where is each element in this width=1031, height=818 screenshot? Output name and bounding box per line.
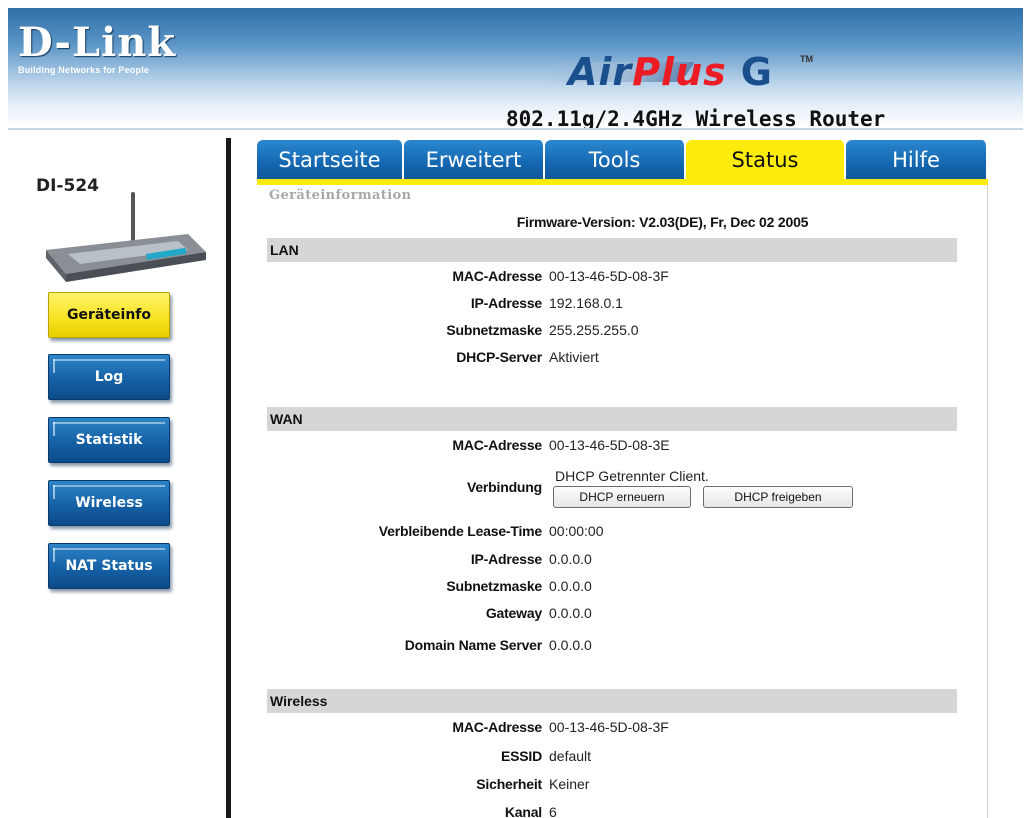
sidebar-item-label: NAT Status [65, 558, 153, 574]
info-value: 0.0.0.0 [549, 578, 592, 594]
info-label: Verbleibende Lease-Time [378, 523, 542, 539]
content-panel: Geräteinformation Firmware-Version: V2.0… [257, 185, 988, 818]
trademark-mark: TM [800, 54, 813, 64]
info-value: Aktiviert [549, 349, 599, 365]
brand-name: D-Link [18, 19, 177, 66]
section-header-wireless: Wireless [267, 689, 957, 713]
sidebar-item-label: Wireless [75, 495, 143, 511]
dlink-logo: D-Link Building Networks for People [18, 19, 177, 76]
sidebar-item-geraeteinfo[interactable]: Geräteinfo [48, 292, 170, 338]
info-label: Sicherheit [476, 776, 542, 792]
info-label: IP-Adresse [470, 551, 542, 567]
info-row: Subnetzmaske 255.255.255.0 [257, 322, 987, 344]
model-description: 802.11g/2.4GHz Wireless Router [506, 107, 886, 130]
info-label: MAC-Adresse [452, 268, 542, 284]
header-banner: D-Link Building Networks for People AirP… [8, 8, 1023, 130]
info-row: Subnetzmaske 0.0.0.0 [257, 578, 987, 600]
sidebar-item-label: Geräteinfo [67, 307, 151, 323]
tab-label: Hilfe [892, 148, 940, 172]
brand-tagline: Building Networks for People [18, 65, 150, 75]
tab-bar: Startseite Erweitert Tools Status Hilfe [257, 140, 988, 180]
product-name-g: G [740, 50, 773, 94]
sidebar-item-statistik[interactable]: Statistik [48, 417, 170, 463]
button-label: DHCP freigeben [734, 490, 822, 504]
info-label: MAC-Adresse [452, 719, 542, 735]
info-row: Sicherheit Keiner [257, 776, 987, 798]
info-row: Kanal 6 [257, 804, 987, 818]
sidebar-item-label: Log [94, 369, 124, 385]
info-label: MAC-Adresse [452, 437, 542, 453]
info-row: IP-Adresse 192.168.0.1 [257, 295, 987, 317]
tab-label: Startseite [278, 148, 381, 172]
info-label: Kanal [504, 804, 542, 818]
tab-erweitert[interactable]: Erweitert [404, 140, 545, 180]
section-header-wan: WAN [267, 407, 957, 431]
tab-label: Erweitert [425, 148, 522, 172]
tab-tools[interactable]: Tools [545, 140, 686, 180]
info-row: MAC-Adresse 00-13-46-5D-08-3F [257, 268, 987, 290]
info-value: 00-13-46-5D-08-3E [549, 437, 670, 453]
info-label: Domain Name Server [404, 637, 542, 653]
info-label: DHCP-Server [456, 349, 542, 365]
sidebar-item-label: Statistik [75, 432, 143, 448]
info-value: 6 [549, 804, 557, 818]
info-value: Keiner [549, 776, 590, 792]
tab-label: Tools [588, 148, 641, 172]
info-row: Gateway 0.0.0.0 [257, 605, 987, 627]
info-label: IP-Adresse [470, 295, 542, 311]
dhcp-release-button[interactable]: DHCP freigeben [703, 486, 853, 508]
tab-status[interactable]: Status [686, 140, 846, 180]
product-name-air: Air [568, 50, 633, 94]
info-row: MAC-Adresse 00-13-46-5D-08-3E [257, 437, 987, 459]
section-header-lan: LAN [267, 238, 957, 262]
product-name-plus: Plus [632, 50, 727, 94]
info-label: Verbindung [466, 479, 542, 495]
tab-hilfe[interactable]: Hilfe [846, 140, 988, 180]
tab-label: Status [731, 148, 799, 172]
router-icon [46, 192, 206, 282]
info-value: 255.255.255.0 [549, 322, 639, 338]
firmware-version: Firmware-Version: V2.03(DE), Fr, Dec 02 … [516, 214, 809, 230]
page-title: Geräteinformation [269, 188, 412, 203]
info-row: IP-Adresse 0.0.0.0 [257, 551, 987, 573]
sidebar-item-wireless[interactable]: Wireless [48, 480, 170, 526]
info-label: Subnetzmaske [446, 578, 542, 594]
info-row: ESSID default [257, 748, 987, 770]
info-label: ESSID [500, 748, 542, 764]
button-label: DHCP erneuern [579, 490, 665, 504]
info-row: Domain Name Server 0.0.0.0 [257, 637, 987, 659]
info-label: Subnetzmaske [446, 322, 542, 338]
info-value: 0.0.0.0 [549, 637, 592, 653]
info-label: Gateway [485, 605, 542, 621]
sidebar-item-nat-status[interactable]: NAT Status [48, 543, 170, 589]
info-value: default [549, 748, 592, 764]
dhcp-renew-button[interactable]: DHCP erneuern [553, 486, 691, 508]
info-row: Verbleibende Lease-Time 00:00:00 [257, 523, 987, 545]
info-value: 00-13-46-5D-08-3F [549, 268, 669, 284]
product-name: AirPlus G [568, 50, 773, 94]
airplus-g-logo: AirPlus G TM [540, 50, 888, 94]
info-value: 0.0.0.0 [549, 551, 592, 567]
info-value: 0.0.0.0 [549, 605, 592, 621]
tab-startseite[interactable]: Startseite [257, 140, 404, 180]
info-value: 192.168.0.1 [549, 295, 623, 311]
sidebar: DI-524 Geräteinfo Log Statistik Wireless… [8, 132, 220, 818]
sidebar-divider [226, 138, 231, 818]
sidebar-item-log[interactable]: Log [48, 354, 170, 400]
info-value: 00:00:00 [549, 523, 604, 539]
info-row: MAC-Adresse 00-13-46-5D-08-3F [257, 719, 987, 741]
info-value: 00-13-46-5D-08-3F [549, 719, 669, 735]
info-row: DHCP-Server Aktiviert [257, 349, 987, 371]
